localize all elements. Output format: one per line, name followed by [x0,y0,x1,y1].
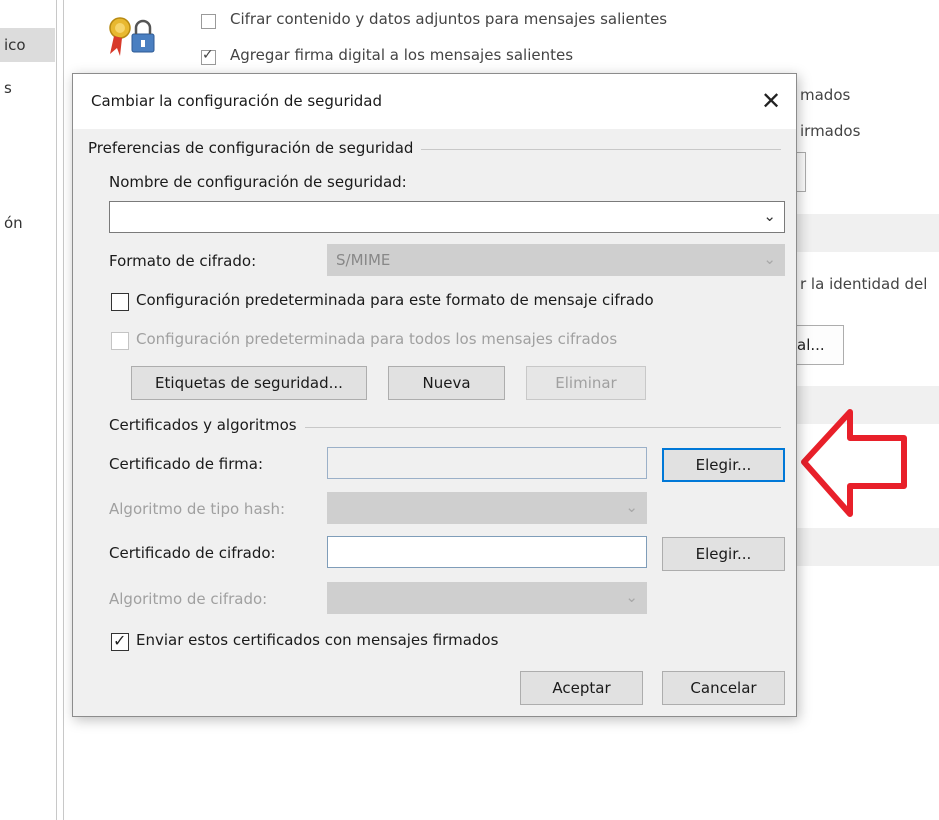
choose-enc-cert-button[interactable]: Elegir... [662,537,785,571]
prefs-group-label: Preferencias de configuración de segurid… [88,139,422,157]
setting-name-combo[interactable]: ⌄ [109,201,785,233]
dialog-title: Cambiar la configuración de seguridad [91,92,383,110]
nav-column: ico s ón [0,0,55,820]
new-button[interactable]: Nueva [388,366,505,400]
format-value: S/MIME [336,251,391,269]
certs-group-label: Certificados y algoritmos [109,416,305,434]
encrypt-checkbox-bg[interactable] [201,14,216,29]
default-format-label: Configuración predeterminada para este f… [136,291,654,309]
default-format-checkbox[interactable] [111,293,129,311]
close-icon[interactable]: ✕ [756,87,786,117]
bg-text-signed-1: mados [800,86,851,104]
sign-cert-label: Certificado de firma: [109,455,263,473]
sign-cert-field[interactable] [327,447,647,479]
hash-alg-label: Algoritmo de tipo hash: [109,500,286,518]
bg-band-1 [795,214,939,252]
bg-settings-button[interactable]: al... [790,325,844,365]
chevron-down-icon: ⌄ [625,588,638,606]
bg-band-3 [795,528,939,566]
chevron-down-icon: ⌄ [763,250,776,268]
chevron-down-icon: ⌄ [625,498,638,516]
cancel-button[interactable]: Cancelar [662,671,785,705]
nav-divider [56,0,57,820]
nav-item-security[interactable]: ico [0,28,55,62]
enc-alg-label: Algoritmo de cifrado: [109,590,268,608]
format-combo[interactable]: S/MIME ⌄ [327,244,785,276]
certificate-lock-icon [109,17,155,56]
sign-label-bg: Agregar firma digital a los mensajes sal… [230,46,574,64]
delete-button[interactable]: Eliminar [526,366,646,400]
chevron-down-icon: ⌄ [763,207,776,225]
annotation-arrow-icon [801,409,907,517]
send-certs-checkbox[interactable] [111,631,129,651]
enc-cert-field[interactable] [327,536,647,568]
enc-alg-combo[interactable]: ⌄ [327,582,647,614]
nav-item-3[interactable]: ón [0,206,55,240]
hash-alg-combo[interactable]: ⌄ [327,492,647,524]
encrypt-label-bg: Cifrar contenido y datos adjuntos para m… [230,10,668,28]
format-label: Formato de cifrado: [109,252,257,270]
default-all-label: Configuración predeterminada para todos … [136,330,618,348]
choose-sign-cert-button[interactable]: Elegir... [662,448,785,482]
ok-button[interactable]: Aceptar [520,671,643,705]
security-settings-dialog: Cambiar la configuración de seguridad ✕ … [72,73,797,717]
bg-text-signed-2: irmados [800,122,861,140]
security-labels-button[interactable]: Etiquetas de seguridad... [131,366,367,400]
send-certs-label: Enviar estos certificados con mensajes f… [136,631,499,649]
nav-item-2[interactable]: s [0,71,55,105]
nav-divider-2 [63,0,64,820]
enc-cert-label: Certificado de cifrado: [109,544,276,562]
bg-text-identity: r la identidad del [800,275,928,293]
sign-checkbox-bg[interactable] [201,47,216,65]
dialog-titlebar: Cambiar la configuración de seguridad ✕ [73,74,796,129]
setting-name-label: Nombre de configuración de seguridad: [109,173,407,191]
default-all-checkbox[interactable] [111,332,129,350]
